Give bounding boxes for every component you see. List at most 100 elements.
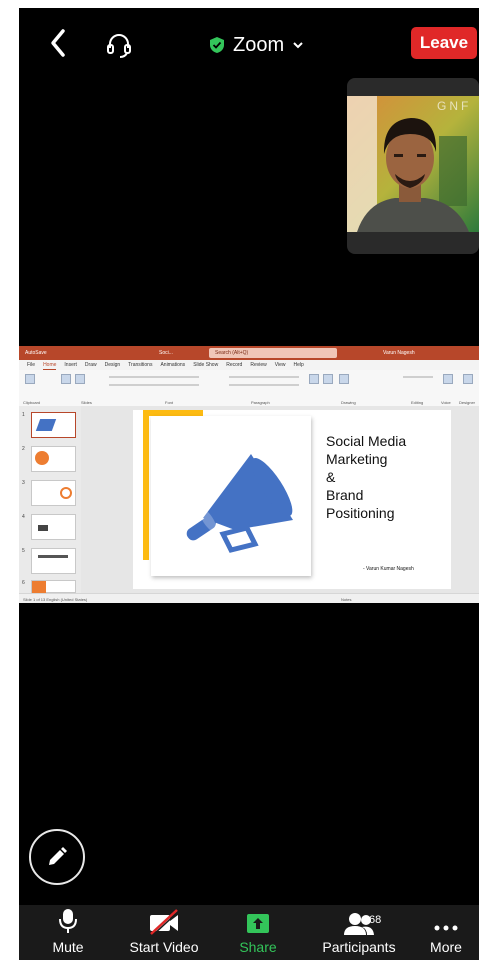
- new-slide-icon: [61, 374, 71, 384]
- ppt-ribbon: Clipboard Slides Font Paragraph Drawing …: [19, 370, 479, 407]
- ppt-tab: View: [274, 362, 286, 368]
- slide-number: 5: [22, 548, 25, 554]
- start-video-button[interactable]: Start Video: [124, 905, 204, 960]
- meeting-toolbar: Mute Start Video Share 68 Participants M…: [19, 905, 479, 960]
- share-label: Share: [239, 939, 277, 955]
- more-button[interactable]: More: [424, 905, 468, 960]
- ppt-tab: Transitions: [128, 362, 153, 368]
- slide-thumbnail: [31, 580, 76, 594]
- ribbon-group-label: Editing: [411, 400, 424, 405]
- ppt-tab: Draw: [84, 362, 97, 368]
- ppt-tab: Animations: [160, 362, 186, 368]
- paste-icon: [25, 374, 35, 384]
- chevron-down-icon: [293, 42, 303, 49]
- shared-screen[interactable]: AutoSave Soci... Search (Alt+Q) Varun Na…: [19, 346, 479, 603]
- ribbon-group-label: Clipboard: [23, 400, 41, 405]
- ppt-search-box: Search (Alt+Q): [209, 348, 337, 358]
- headset-icon: [107, 34, 131, 58]
- audio-headset-button[interactable]: [103, 30, 135, 60]
- participants-label: Participants: [322, 939, 396, 955]
- svg-text:GNF: GNF: [437, 99, 471, 113]
- ppt-tab-active: Home: [43, 362, 57, 370]
- slide-title: Social Media Marketing & Brand Positioni…: [326, 432, 446, 522]
- slide-thumbnails-pane: 1 2 3 4 5 6: [19, 406, 81, 594]
- back-button[interactable]: [45, 26, 73, 60]
- participants-count: 68: [369, 914, 382, 926]
- slide-thumbnail: [31, 548, 76, 574]
- slide-title-line: &: [326, 469, 336, 485]
- video-off-icon: [150, 909, 180, 935]
- annotate-button[interactable]: [29, 829, 85, 885]
- participant-video-thumbnail[interactable]: GNF: [347, 78, 479, 254]
- ribbon-group-label: Drawing: [341, 400, 356, 405]
- slide-title-line: Marketing: [326, 451, 388, 467]
- slide-thumbnail: [31, 446, 76, 472]
- slide-number: 6: [22, 580, 25, 586]
- ppt-user-name: Varun Nagesh: [383, 350, 415, 356]
- participants-button[interactable]: 68 Participants: [311, 905, 407, 960]
- meeting-title: Zoom: [233, 33, 285, 56]
- alignment-controls: [229, 384, 299, 386]
- slide-number: 1: [22, 412, 25, 418]
- slide-image-card: [151, 416, 311, 576]
- ppt-tab: Review: [250, 362, 267, 368]
- ribbon-group-label: Paragraph: [251, 400, 270, 405]
- current-slide: Social Media Marketing & Brand Positioni…: [133, 410, 451, 589]
- status-slide-info: Slide 1 of 13 English (United States): [23, 597, 88, 602]
- megaphone-icon: [186, 454, 293, 553]
- ppt-tab: File: [27, 362, 36, 368]
- document-name: Soci...: [159, 350, 173, 356]
- shapes-icon: [309, 374, 319, 384]
- ribbon-group-label: Font: [165, 400, 174, 405]
- more-dots-icon: [434, 925, 458, 931]
- ppt-status-bar: Slide 1 of 13 English (United States) No…: [19, 593, 479, 603]
- ppt-ribbon-tabs: File Home Insert Draw Design Transitions…: [19, 360, 479, 370]
- status-notes: Notes: [341, 597, 352, 602]
- slide-accent-bar: [143, 410, 149, 560]
- ribbon-group-label: Slides: [81, 400, 92, 405]
- ppt-tab: Slide Show: [193, 362, 219, 368]
- start-video-label: Start Video: [129, 939, 199, 955]
- leave-button[interactable]: Leave: [411, 27, 477, 59]
- quick-styles-icon: [339, 374, 349, 384]
- ppt-title-bar: AutoSave Soci... Search (Alt+Q) Varun Na…: [19, 346, 479, 360]
- top-frame: [0, 0, 479, 8]
- pencil-icon: [49, 847, 67, 865]
- meeting-header: Zoom Leave: [19, 8, 479, 78]
- microphone-icon: [59, 909, 77, 933]
- autosave-label: AutoSave: [25, 350, 47, 356]
- share-screen-icon: [247, 914, 269, 933]
- dictate-icon: [443, 374, 453, 384]
- slide-title-line: Social Media: [326, 433, 407, 449]
- ppt-tab: Help: [293, 362, 304, 368]
- slide-title-line: Positioning: [326, 505, 395, 521]
- slide-number: 3: [22, 480, 25, 486]
- font-format-controls: [109, 384, 199, 386]
- mute-button[interactable]: Mute: [43, 905, 93, 960]
- meeting-title-dropdown[interactable]: Zoom: [209, 30, 304, 60]
- paragraph-controls: [229, 376, 299, 378]
- font-controls: [109, 376, 199, 378]
- ppt-tab: Record: [226, 362, 243, 368]
- watermark-logo: GNF: [437, 99, 471, 113]
- find-replace-controls: [403, 376, 433, 378]
- slide-thumbnail: [31, 514, 76, 540]
- encryption-shield-icon: [210, 37, 224, 53]
- participant-photo: [347, 96, 479, 232]
- slide-number: 4: [22, 514, 25, 520]
- ppt-tab: Insert: [64, 362, 77, 368]
- more-label: More: [430, 939, 462, 955]
- ribbon-group-label: Voice: [441, 400, 451, 405]
- designer-icon: [463, 374, 473, 384]
- slide-author: - Varun Kumar Nagesh: [363, 566, 414, 572]
- reuse-slides-icon: [75, 374, 85, 384]
- share-button[interactable]: Share: [233, 905, 283, 960]
- slide-title-line: Brand: [326, 487, 364, 503]
- left-frame: [0, 0, 19, 960]
- ribbon-group-label: Designer: [459, 400, 476, 405]
- slide-thumbnail: [31, 412, 76, 438]
- slide-thumbnail: [31, 480, 76, 506]
- back-arrow-icon: [51, 29, 65, 57]
- ppt-tab: Design: [104, 362, 121, 368]
- arrange-icon: [323, 374, 333, 384]
